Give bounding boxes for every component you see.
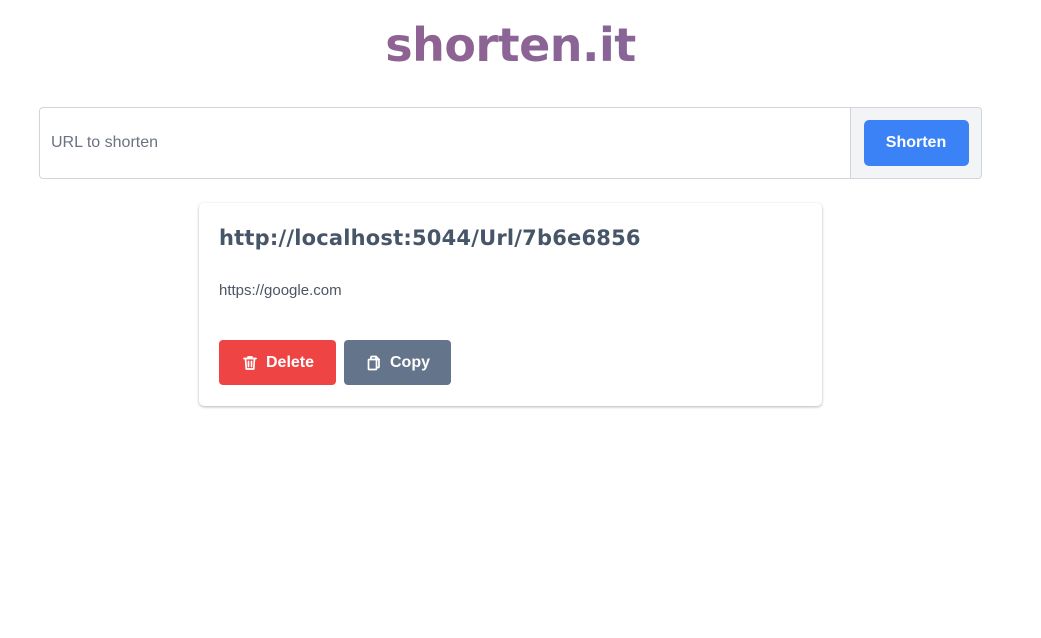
- delete-button-label: Delete: [265, 353, 315, 371]
- delete-button[interactable]: Delete: [219, 340, 336, 385]
- app-root: shorten.it Shorten http://localhost:5044…: [0, 0, 1041, 638]
- trash-icon: [241, 354, 259, 372]
- copy-icon: [365, 354, 383, 372]
- original-url: https://google.com: [219, 282, 342, 299]
- shorten-button[interactable]: Shorten: [863, 120, 969, 166]
- app-title: shorten.it: [0, 14, 1021, 76]
- copy-button-label: Copy: [390, 353, 430, 371]
- link-actions: Delete Copy: [219, 340, 451, 385]
- copy-button[interactable]: Copy: [344, 340, 451, 385]
- shorten-button-container: Shorten: [851, 107, 982, 179]
- link-card: http://localhost:5044/Url/7b6e6856 https…: [199, 203, 822, 406]
- shorten-form: Shorten: [39, 107, 982, 179]
- short-url-link[interactable]: http://localhost:5044/Url/7b6e6856: [219, 223, 641, 253]
- url-input[interactable]: [39, 107, 851, 179]
